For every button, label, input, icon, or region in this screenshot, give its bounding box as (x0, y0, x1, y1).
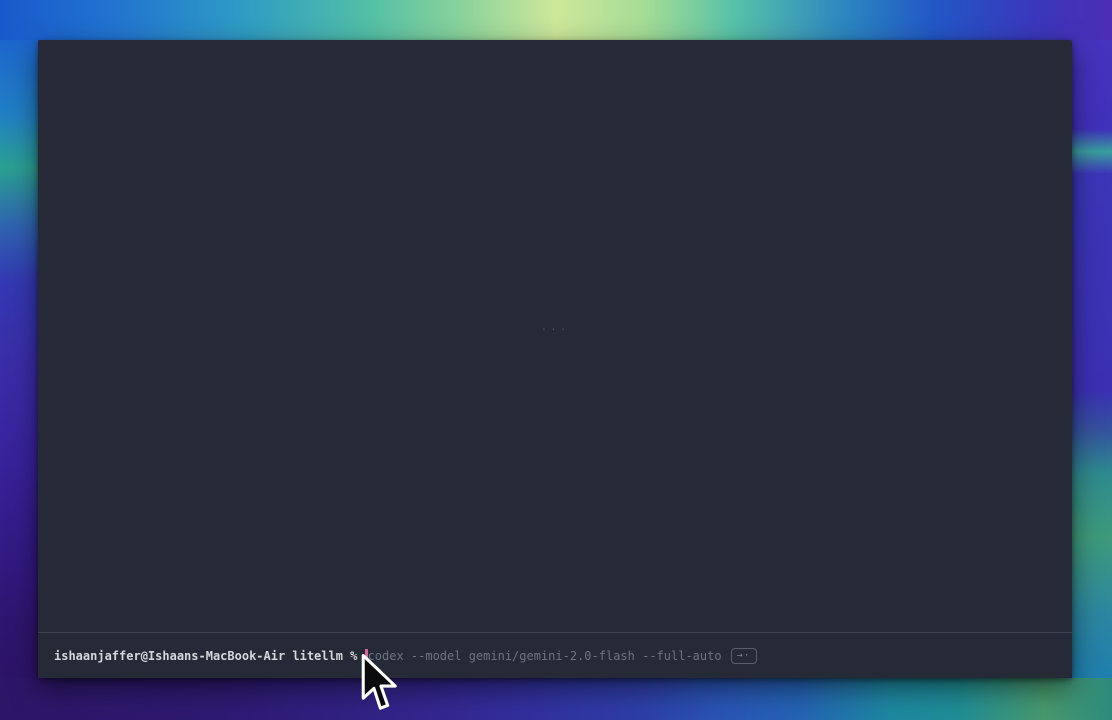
desktop: ··· ishaanjaffer@Ishaans-MacBook-Air lit… (0, 0, 1112, 720)
mouse-cursor-arrow-icon (360, 654, 397, 712)
command-line[interactable]: ishaanjaffer@Ishaans-MacBook-Air litellm… (38, 633, 1072, 678)
wallpaper-left-strip (0, 40, 38, 678)
wallpaper-top-strip (0, 0, 1112, 40)
wallpaper-right-strip (1072, 40, 1112, 678)
loading-ellipsis: ··· (541, 323, 570, 336)
terminal-window[interactable]: ··· ishaanjaffer@Ishaans-MacBook-Air lit… (38, 40, 1072, 678)
autosuggestion-text: codex --model gemini/gemini-2.0-flash --… (368, 649, 722, 663)
prompt-symbol: % (350, 649, 357, 663)
terminal-output-area: ··· (38, 40, 1072, 632)
wallpaper-bottom-strip (0, 678, 1112, 720)
prompt-user-host: ishaanjaffer@Ishaans-MacBook-Air (54, 649, 285, 663)
autocomplete-key-hint: →· (731, 648, 757, 664)
prompt-directory: litellm (292, 649, 343, 663)
